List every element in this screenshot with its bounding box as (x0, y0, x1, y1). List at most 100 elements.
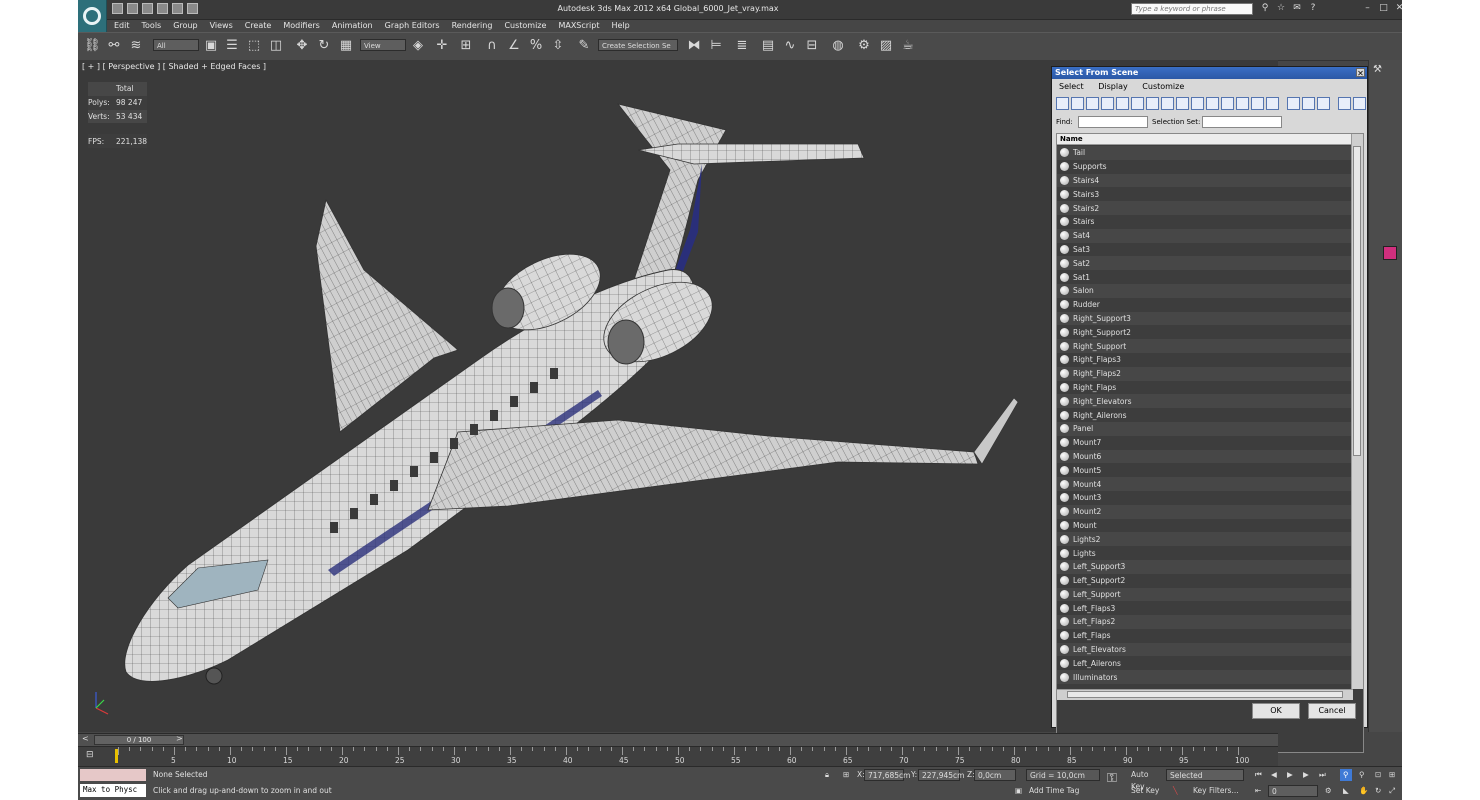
display-bones-icon[interactable] (1176, 97, 1189, 110)
selection-filter-dropdown[interactable]: All (153, 39, 199, 51)
new-file-icon[interactable] (112, 3, 123, 14)
subscription-icon[interactable]: ☆ (1276, 3, 1286, 13)
sort-icon[interactable] (1287, 97, 1300, 110)
schematic-view-icon[interactable]: ⊟ (804, 38, 820, 54)
keyboard-shortcut-icon[interactable]: ⊞ (458, 38, 474, 54)
window-crossing-icon[interactable]: ◫ (268, 38, 284, 54)
object-list-item[interactable]: Left_Flaps3 (1057, 601, 1353, 616)
curve-editor-icon[interactable]: ∿ (782, 38, 798, 54)
project-folder-icon[interactable] (187, 3, 198, 14)
object-list-item[interactable]: Illuminators (1057, 670, 1353, 685)
zoom-extents-icon[interactable]: ⊡ (1372, 769, 1381, 781)
render-setup-icon[interactable]: ⚙ (856, 38, 872, 54)
save-icon[interactable] (142, 3, 153, 14)
snaps-toggle-icon[interactable]: ∩ (484, 38, 500, 54)
zoom-extents-all-icon[interactable]: ⊞ (1386, 769, 1395, 781)
display-all-icon[interactable] (1236, 97, 1249, 110)
dialog-menu-customize[interactable]: Customize (1137, 80, 1189, 94)
object-list-item[interactable]: Mount (1057, 518, 1353, 533)
scrollbar-thumb[interactable] (1353, 146, 1361, 456)
object-list-item[interactable]: Left_Elevators (1057, 642, 1353, 657)
time-tag-icon[interactable]: ▣ (1012, 785, 1022, 797)
object-list-item[interactable]: Stairs2 (1057, 201, 1353, 215)
menu-create[interactable]: Create (239, 19, 278, 32)
object-list-item[interactable]: Lights2 (1057, 532, 1353, 547)
graphite-tools-icon[interactable]: ▤ (760, 38, 776, 54)
help-icon[interactable]: ? (1308, 3, 1318, 13)
object-list-item[interactable]: Stairs (1057, 214, 1353, 229)
object-list-item[interactable]: Left_Flaps2 (1057, 615, 1353, 629)
hierarchy-view-icon[interactable] (1317, 97, 1330, 110)
absolute-mode-icon[interactable]: ⊞ (840, 769, 849, 781)
object-list-item[interactable]: Mount7 (1057, 435, 1353, 450)
named-selection-dropdown[interactable]: Create Selection Se (598, 39, 678, 51)
list-view-icon[interactable] (1302, 97, 1315, 110)
display-containers-icon[interactable] (1191, 97, 1204, 110)
horizontal-scrollbar[interactable] (1057, 689, 1353, 700)
menu-customize[interactable]: Customize (498, 19, 552, 32)
object-list-item[interactable]: Sat2 (1057, 256, 1353, 271)
dialog-menu-select[interactable]: Select (1054, 80, 1089, 94)
key-mode-dropdown[interactable]: Selected (1166, 769, 1244, 781)
display-shapes-icon[interactable] (1071, 97, 1084, 110)
move-icon[interactable]: ✥ (294, 38, 310, 54)
angle-snap-icon[interactable]: ∠ (506, 38, 522, 54)
object-list-item[interactable]: Left_Support2 (1057, 573, 1353, 588)
percent-snap-icon[interactable]: % (528, 38, 544, 54)
selection-set-dropdown[interactable] (1202, 116, 1282, 128)
auto-key-button[interactable]: Auto Key (1128, 769, 1164, 791)
menu-animation[interactable]: Animation (326, 19, 379, 32)
play-icon[interactable]: ▶ (1284, 769, 1293, 781)
name-column-header[interactable]: Name (1057, 134, 1353, 145)
cancel-button[interactable]: Cancel (1308, 703, 1356, 719)
add-time-tag-button[interactable]: Add Time Tag (1026, 785, 1100, 797)
key-filters-button[interactable]: Key Filters... (1190, 785, 1246, 797)
key-filters-icon[interactable]: ╲ (1170, 785, 1178, 797)
set-key-button[interactable]: Set Key (1128, 785, 1164, 797)
object-list-item[interactable]: Right_Flaps (1057, 380, 1353, 395)
object-list-item[interactable]: Right_Support3 (1057, 311, 1353, 326)
edit-named-selection-icon[interactable]: ✎ (576, 38, 592, 54)
object-list-item[interactable]: Panel (1057, 421, 1353, 436)
menu-views[interactable]: Views (204, 19, 239, 32)
zoom-icon[interactable]: ⚲ (1340, 769, 1352, 781)
object-list-item[interactable]: Right_Support (1057, 339, 1353, 353)
select-by-name-icon[interactable]: ☰ (224, 38, 240, 54)
filter-icon[interactable] (1338, 97, 1351, 110)
display-invert-icon[interactable] (1266, 97, 1279, 110)
object-list-item[interactable]: Salon (1057, 283, 1353, 298)
maxscript-mini-listener[interactable]: Max to Physc (80, 784, 146, 797)
dialog-menu-display[interactable]: Display (1093, 80, 1133, 94)
object-list-item[interactable]: Mount5 (1057, 463, 1353, 478)
object-list-item[interactable]: Rudder (1057, 297, 1353, 312)
select-manipulate-icon[interactable]: ✛ (434, 38, 450, 54)
time-slider-prev-icon[interactable]: < (82, 734, 89, 743)
z-coordinate-field[interactable]: 0,0cm (974, 769, 1016, 781)
previous-frame-icon[interactable]: ◀ (1268, 769, 1277, 781)
command-panel[interactable]: ⚒ (1368, 60, 1402, 732)
display-xrefs-icon[interactable] (1161, 97, 1174, 110)
find-input[interactable] (1078, 116, 1148, 128)
link-icon[interactable]: ⛓ (84, 38, 101, 54)
object-list-item[interactable]: Right_Elevators (1057, 394, 1353, 409)
render-production-icon[interactable]: ☕ (900, 38, 916, 54)
menu-edit[interactable]: Edit (108, 19, 136, 32)
rotate-icon[interactable]: ↻ (316, 38, 332, 54)
zoom-all-icon[interactable]: ⚲ (1356, 769, 1365, 781)
display-helpers-icon[interactable] (1116, 97, 1129, 110)
menu-modifiers[interactable]: Modifiers (277, 19, 326, 32)
mini-curve-editor-icon[interactable]: ⊟ (86, 750, 94, 760)
object-list-item[interactable]: Sat3 (1057, 242, 1353, 257)
rendered-frame-icon[interactable]: ▨ (878, 38, 894, 54)
object-list-item[interactable]: Sat4 (1057, 228, 1353, 243)
object-color-swatch[interactable] (1383, 246, 1397, 260)
display-groups-icon[interactable] (1146, 97, 1159, 110)
undo-icon[interactable] (157, 3, 168, 14)
app-logo-button[interactable] (78, 0, 107, 32)
menu-tools[interactable]: Tools (136, 19, 168, 32)
object-list-item[interactable]: Right_Ailerons (1057, 408, 1353, 422)
reference-coordinate-dropdown[interactable]: View (360, 39, 406, 51)
object-list-item[interactable]: Left_Ailerons (1057, 656, 1353, 671)
jet-model[interactable] (78, 60, 1078, 732)
select-object-icon[interactable]: ▣ (203, 38, 219, 54)
